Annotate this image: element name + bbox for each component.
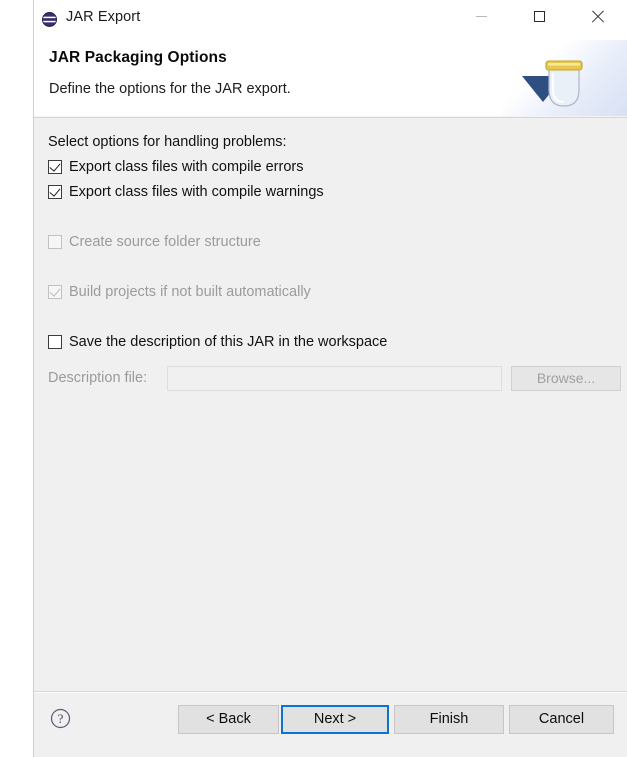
checkbox-indicator <box>48 185 62 199</box>
checkbox-indicator <box>48 235 62 249</box>
checkbox-label: Build projects if not built automaticall… <box>69 284 311 300</box>
footer-divider-highlight <box>34 692 627 693</box>
minimize-icon <box>475 15 487 17</box>
jar-export-banner-icon <box>502 40 627 118</box>
description-file-row: Description file: Browse... <box>48 366 621 392</box>
options-panel: Select options for handling problems: Ex… <box>34 118 627 691</box>
window-title: JAR Export <box>66 9 141 25</box>
checkbox-indicator <box>48 335 62 349</box>
wizard-header: JAR Packaging Options Define the options… <box>34 40 627 118</box>
browse-button: Browse... <box>511 366 621 391</box>
jar-export-icon <box>41 11 58 28</box>
title-bar: JAR Export <box>34 0 627 40</box>
checkbox-indicator <box>48 285 62 299</box>
checkbox-build-projects-if-not-built-automatically: Build projects if not built automaticall… <box>48 284 311 300</box>
back-button[interactable]: < Back <box>178 705 279 734</box>
dialog-button-bar: ? < Back Next > Finish Cancel <box>34 691 627 757</box>
cancel-button[interactable]: Cancel <box>509 705 614 734</box>
section-label: Select options for handling problems: <box>48 134 287 150</box>
close-icon <box>591 10 604 23</box>
page-title: JAR Packaging Options <box>49 49 227 66</box>
description-file-input <box>167 366 502 391</box>
checkbox-label: Create source folder structure <box>69 234 261 250</box>
maximize-button[interactable] <box>516 0 562 32</box>
next-button[interactable]: Next > <box>281 705 389 734</box>
minimize-button[interactable] <box>458 0 504 32</box>
maximize-icon <box>533 10 545 22</box>
checkbox-label: Save the description of this JAR in the … <box>69 334 388 350</box>
checkbox-label: Export class files with compile errors <box>69 159 304 175</box>
checkbox-indicator <box>48 160 62 174</box>
checkbox-save-description-in-workspace[interactable]: Save the description of this JAR in the … <box>48 334 387 350</box>
page-subtitle: Define the options for the JAR export. <box>49 81 291 97</box>
help-question-icon[interactable]: ? <box>50 708 71 729</box>
svg-text:?: ? <box>58 711 64 726</box>
close-button[interactable] <box>574 0 620 32</box>
checkbox-label: Export class files with compile warnings <box>69 184 324 200</box>
description-file-label: Description file: <box>48 370 148 386</box>
finish-button[interactable]: Finish <box>394 705 504 734</box>
checkbox-export-compile-errors[interactable]: Export class files with compile errors <box>48 159 304 175</box>
checkbox-export-compile-warnings[interactable]: Export class files with compile warnings <box>48 184 324 200</box>
jar-export-dialog: JAR Export JAR Packaging Options Define … <box>33 0 627 757</box>
checkbox-create-source-folder-structure: Create source folder structure <box>48 234 261 250</box>
